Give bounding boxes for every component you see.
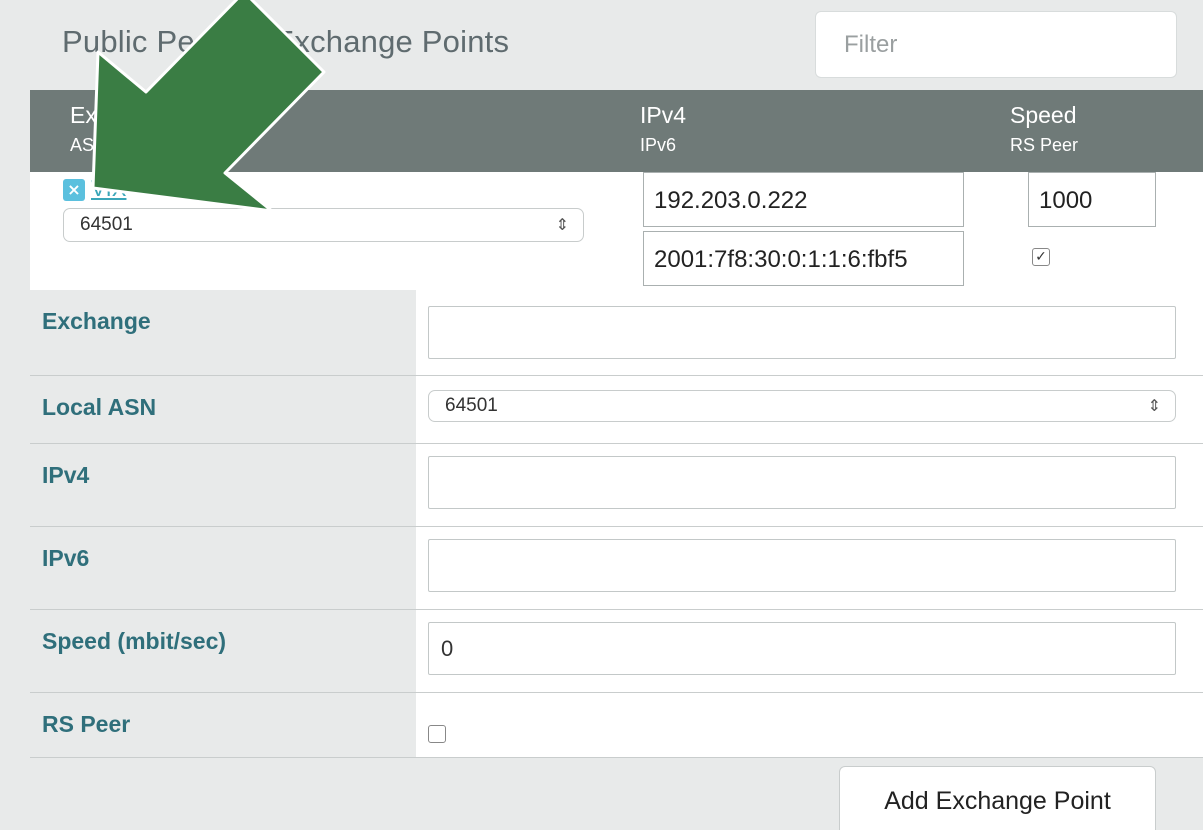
exchange-points-panel: Public Peering Exchange Points Exchange …: [0, 0, 1203, 830]
green-arrow-icon: [91, 0, 326, 213]
green-arrow-shape: [91, 0, 326, 213]
